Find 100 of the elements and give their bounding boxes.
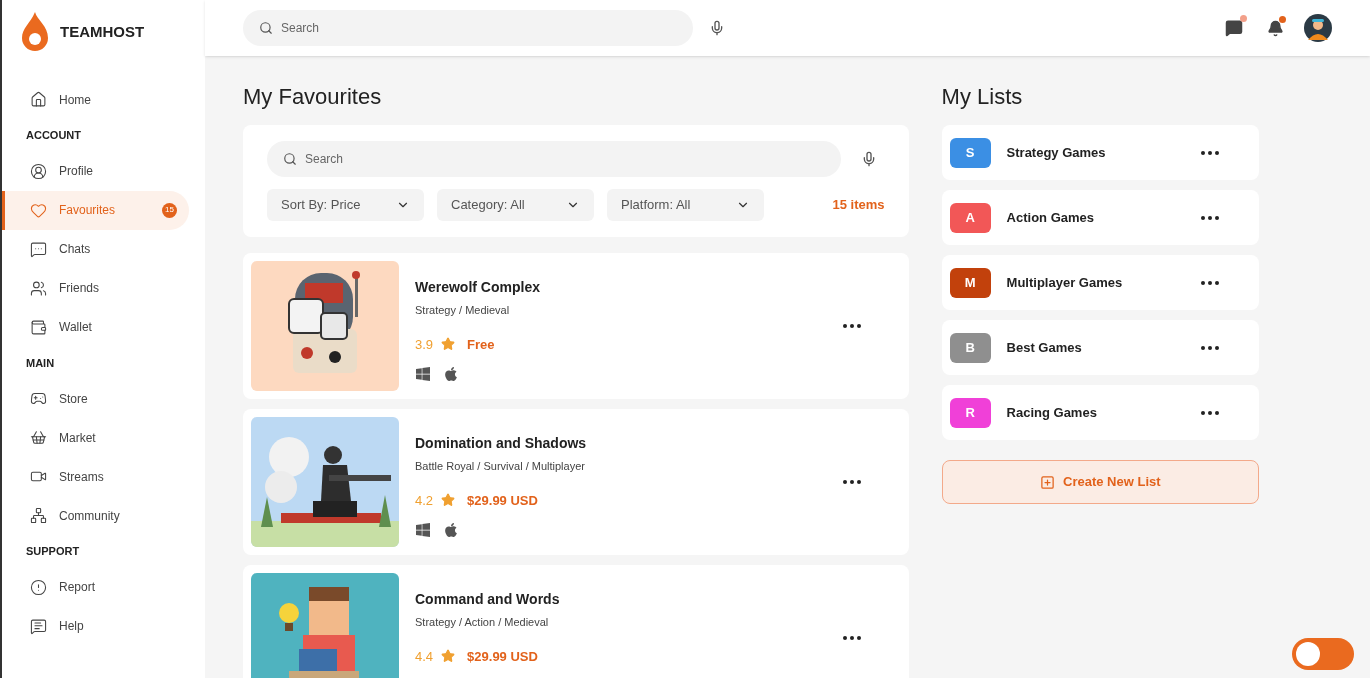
notifications-button[interactable] [1267, 19, 1284, 37]
list-name: Best Games [1006, 338, 1083, 357]
sidebar-item[interactable]: Profile [2, 151, 189, 191]
user-icon [30, 162, 47, 180]
price: $29.99 USD [467, 491, 538, 510]
wallet-icon [30, 318, 47, 336]
search-field[interactable]: Search [243, 10, 693, 46]
game-card[interactable]: Domination and Shadows Battle Royal / Survival / Multiplayer 4.2 $29.99 USD [243, 409, 909, 555]
sidebar-item[interactable]: Chats [2, 229, 189, 269]
item-label: Favourites [59, 202, 117, 219]
game-genres: Strategy / Action / Medieval [415, 615, 550, 630]
list-letter-tile: R [949, 397, 991, 428]
section-heading: SUPPORT [25, 544, 81, 559]
list-card[interactable]: S Strategy Games [941, 125, 1259, 180]
search-input[interactable]: Search [305, 150, 825, 168]
section-heading: ACCOUNT [25, 128, 82, 143]
game-title: Werewolf Complex [415, 278, 541, 297]
alert-icon [30, 578, 47, 596]
gamepad-icon [30, 390, 47, 407]
filter-dropdown[interactable]: Category: All [437, 189, 594, 221]
microphone-icon[interactable] [709, 20, 725, 36]
list-card[interactable]: B Best Games [941, 320, 1259, 375]
list-name: Action Games [1006, 208, 1095, 227]
help-icon [30, 617, 47, 635]
item-label: Profile [59, 163, 94, 180]
item-label: Store [59, 390, 89, 408]
rating: 4.2 [415, 491, 434, 510]
section-title: My Favourites [243, 83, 383, 111]
list-letter-tile: A [949, 202, 991, 233]
item-label: Home [59, 91, 92, 109]
more-icon [1201, 215, 1219, 220]
item-label: Friends [59, 280, 100, 297]
more-icon [842, 636, 861, 640]
windows-icon [415, 366, 431, 382]
rating: 3.9 [415, 335, 434, 354]
section-title: My Lists [941, 83, 1024, 111]
sidebar-item[interactable]: Friends [2, 268, 189, 308]
game-title: Command and Words [415, 590, 561, 609]
list-card[interactable]: R Racing Games [941, 385, 1259, 440]
item-label: Market [59, 429, 97, 447]
community-icon [30, 507, 47, 524]
list-letter-tile: S [949, 137, 991, 168]
more-icon [1201, 280, 1219, 285]
chat-icon [30, 240, 47, 258]
rating: 4.4 [415, 647, 434, 666]
price: Free [467, 335, 495, 354]
apple-icon [443, 522, 459, 538]
item-label: Help [59, 618, 85, 635]
more-icon [1201, 410, 1219, 415]
sidebar-item[interactable]: Report [2, 567, 189, 607]
game-card[interactable]: Command and Words Strategy / Action / Medieval 4.4 $29.99 USD [243, 565, 909, 678]
game-card[interactable]: Werewolf Complex Strategy / Medieval 3.9 Free [243, 253, 909, 399]
search-icon [259, 21, 273, 35]
sidebar-item[interactable]: Wallet [2, 307, 189, 347]
sidebar-item[interactable]: Help [2, 606, 189, 646]
list-name: Racing Games [1006, 403, 1098, 422]
plus-icon [1040, 474, 1055, 490]
list-letter-tile: B [949, 332, 991, 363]
price: $29.99 USD [467, 647, 538, 666]
heart-icon [30, 201, 47, 219]
users-icon [30, 279, 47, 297]
search-icon [283, 152, 297, 166]
section-heading: MAIN [25, 355, 56, 371]
count-badge: 15 [162, 202, 177, 218]
star-icon [441, 649, 456, 664]
more-icon [842, 324, 861, 328]
sidebar-item[interactable]: Store [2, 379, 189, 418]
list-card[interactable]: M Multiplayer Games [941, 255, 1259, 310]
theme-toggle[interactable] [1292, 638, 1354, 670]
brand-name: TEAMHOST [59, 21, 145, 42]
search-field[interactable]: Search [267, 141, 841, 177]
list-letter-tile: M [949, 267, 991, 298]
sidebar-item[interactable]: Market [2, 418, 189, 457]
sidebar-item[interactable]: Streams [2, 457, 189, 496]
more-icon [1201, 150, 1219, 155]
search-input[interactable]: Search [281, 19, 677, 37]
flame-logo-icon [22, 12, 48, 52]
filter-dropdown[interactable]: Sort By: Price [267, 189, 424, 221]
item-label: Report [59, 579, 97, 596]
filter-dropdown[interactable]: Platform: All [607, 189, 764, 221]
sidebar-item[interactable]: Community [2, 496, 189, 535]
more-icon [1201, 345, 1219, 350]
game-title: Domination and Shadows [415, 434, 588, 453]
sidebar-item[interactable]: Home [2, 80, 189, 119]
item-label: Streams [59, 468, 105, 486]
basket-icon [30, 429, 47, 446]
list-name: Strategy Games [1006, 143, 1107, 162]
sidebar-item[interactable]: Favourites 15 [2, 190, 189, 230]
more-icon [842, 480, 861, 484]
apple-icon [443, 366, 459, 382]
windows-icon [415, 522, 431, 538]
avatar[interactable] [1304, 14, 1332, 42]
star-icon [441, 493, 456, 508]
list-name: Multiplayer Games [1006, 273, 1124, 292]
list-card[interactable]: A Action Games [941, 190, 1259, 245]
star-icon [441, 337, 456, 352]
item-count: 15 items [832, 196, 885, 215]
item-label: Chats [59, 241, 92, 258]
item-label: Wallet [59, 319, 93, 336]
game-genres: Strategy / Medieval [415, 303, 511, 318]
